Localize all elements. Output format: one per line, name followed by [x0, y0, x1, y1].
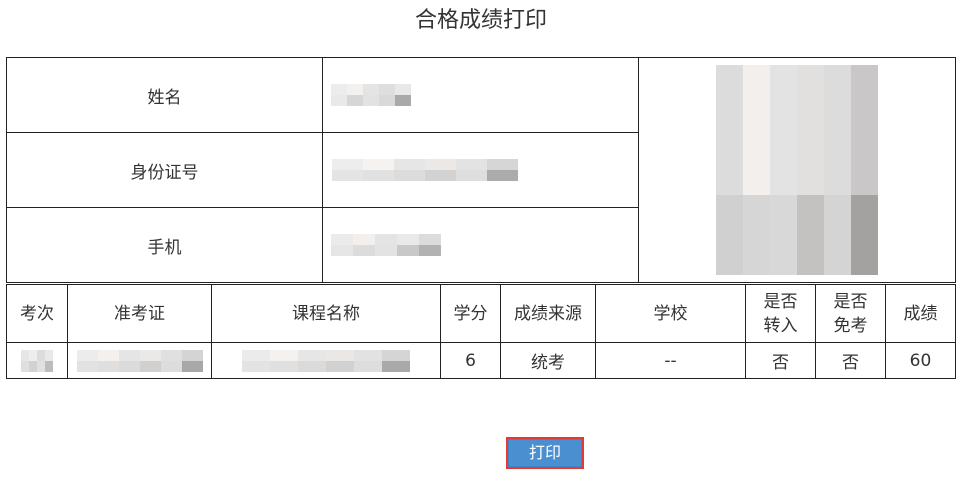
- print-button-label: 打印: [509, 440, 581, 466]
- scores-table: 考次 准考证 课程名称 学分 成绩来源 学校 是否 转入 是否 免考 成绩 6 …: [6, 284, 956, 379]
- admission-ticket-cell: [67, 342, 212, 379]
- personal-info-table: 姓名 身份证号 手机: [6, 57, 956, 283]
- scores-header-row: 考次 准考证 课程名称 学分 成绩来源 学校 是否 转入 是否 免考 成绩: [6, 284, 956, 343]
- course-name-redacted: [242, 349, 410, 372]
- header-score: 成绩: [885, 284, 956, 343]
- page-title: 合格成绩打印: [414, 8, 547, 33]
- score-cell: 60: [885, 342, 956, 379]
- name-label: 姓名: [6, 57, 323, 133]
- id-number-value: [322, 132, 639, 208]
- print-button[interactable]: 打印: [506, 437, 584, 469]
- exempt-cell: 否: [815, 342, 886, 379]
- header-school: 学校: [595, 284, 746, 343]
- header-credit: 学分: [440, 284, 501, 343]
- name-value-redacted: [331, 84, 411, 106]
- credit-cell: 6: [440, 342, 501, 379]
- id-number-label: 身份证号: [6, 132, 323, 208]
- header-exempt: 是否 免考: [815, 284, 886, 343]
- photo-cell: [638, 57, 956, 283]
- course-name-cell: [211, 342, 441, 379]
- header-admission-ticket: 准考证: [67, 284, 212, 343]
- header-transferred: 是否 转入: [745, 284, 816, 343]
- exam-session-redacted: [21, 349, 53, 372]
- score-source-cell: 统考: [500, 342, 596, 379]
- phone-label: 手机: [6, 207, 323, 283]
- phone-value: [322, 207, 639, 283]
- transferred-cell: 否: [745, 342, 816, 379]
- name-value: [322, 57, 639, 133]
- header-course-name: 课程名称: [211, 284, 441, 343]
- header-score-source: 成绩来源: [500, 284, 596, 343]
- admission-ticket-redacted: [76, 349, 203, 372]
- id-number-value-redacted: [332, 159, 518, 181]
- table-row: 6 统考 -- 否 否 60: [6, 342, 956, 379]
- school-cell: --: [595, 342, 746, 379]
- exam-session-cell: [6, 342, 68, 379]
- photo-redacted: [716, 65, 878, 275]
- phone-value-redacted: [331, 234, 441, 256]
- header-exam-session: 考次: [6, 284, 68, 343]
